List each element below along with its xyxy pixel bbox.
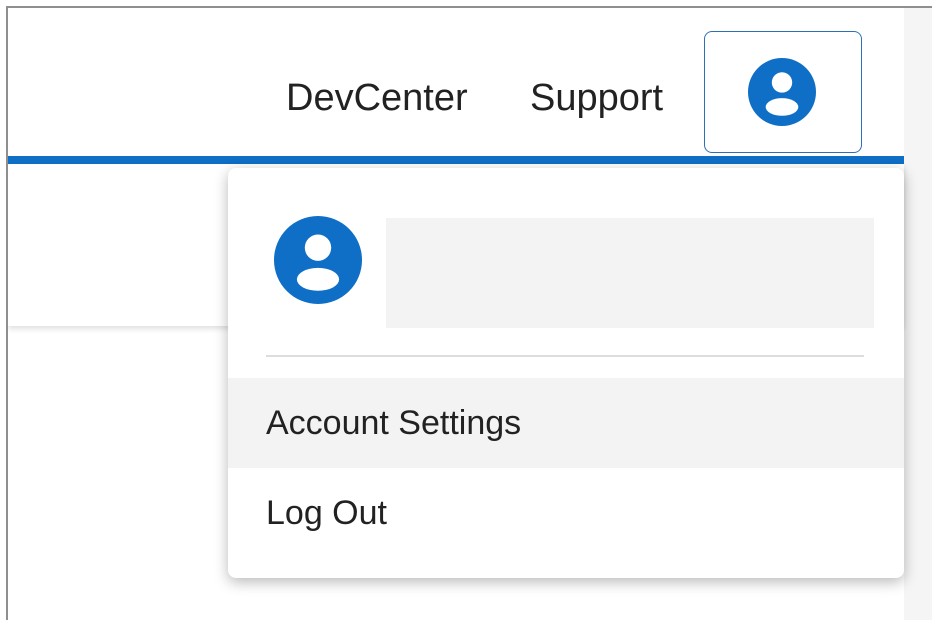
window-gutter xyxy=(904,8,932,620)
nav-devcenter-link[interactable]: DevCenter xyxy=(286,78,468,118)
nav-support-link[interactable]: Support xyxy=(530,78,663,118)
dropdown-divider xyxy=(266,355,864,357)
app-window: DevCenter Support Account Settings Log O… xyxy=(6,6,932,620)
account-settings-menu-item[interactable]: Account Settings xyxy=(228,378,904,468)
profile-name-placeholder xyxy=(386,218,874,328)
user-circle-icon xyxy=(748,58,816,126)
logout-menu-item[interactable]: Log Out xyxy=(228,468,904,558)
account-dropdown: Account Settings Log Out xyxy=(228,168,904,578)
top-header: DevCenter Support xyxy=(8,8,904,156)
account-menu-button[interactable] xyxy=(704,31,862,153)
user-circle-icon xyxy=(274,216,362,304)
header-accent-bar xyxy=(8,156,904,164)
